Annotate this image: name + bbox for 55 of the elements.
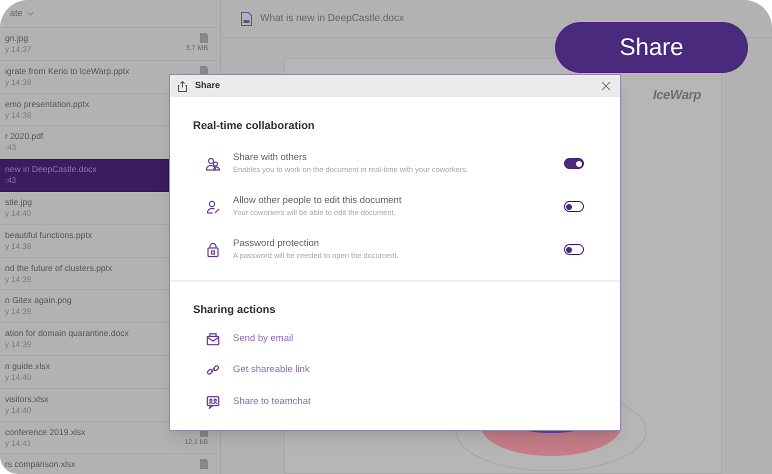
file-icon: [200, 459, 208, 470]
file-name: nd the future of clusters.pptx: [5, 262, 112, 274]
file-name: emo presentation.pptx: [5, 98, 90, 110]
file-time: y 14:38: [5, 76, 32, 88]
logo-text: IceWarp: [652, 86, 701, 104]
file-time: y 14:39: [5, 274, 32, 285]
file-name: gn.jpg: [5, 33, 30, 44]
file-time: y 14:38: [5, 240, 32, 252]
file-name: stle.jpg: [5, 196, 32, 208]
file-name: conference 2019.xlsx: [5, 426, 86, 438]
chat-icon: [206, 394, 220, 409]
file-name: beautiful functions.pptx: [5, 230, 92, 241]
file-time: y 14:38: [5, 110, 32, 121]
action-link[interactable]: Share to teamchat: [233, 394, 311, 409]
file-item[interactable]: rs comparison.xlsx: [0, 454, 220, 474]
toggle-switch[interactable]: [564, 201, 584, 212]
action-link[interactable]: Get shareable link: [233, 363, 310, 378]
file-time: y 14:41: [5, 438, 32, 449]
close-button[interactable]: [600, 80, 612, 92]
file-time: :43: [5, 142, 18, 154]
file-name: visitors.xlsx: [5, 394, 48, 405]
file-name: n Gitex again.png: [5, 295, 72, 306]
file-name: ation for domain quarantine.docx: [5, 328, 129, 340]
file-name: n guide.xlsx: [5, 360, 50, 372]
file-icon: [200, 33, 208, 43]
person-edit-icon: [205, 198, 221, 214]
file-time: y 14:40: [5, 404, 32, 416]
file-time: y 14:40: [5, 208, 32, 219]
people-icon: [205, 156, 221, 172]
share-icon: [178, 80, 187, 92]
option-label: Allow other people to edit this document: [233, 194, 402, 206]
file-name: igrate from Kerio to IceWarp.pptx: [5, 66, 130, 77]
file-time: y 14:37: [5, 44, 32, 55]
file-name: new in DeepCastle.docx: [5, 164, 97, 176]
file-time: y 14:40: [5, 372, 32, 383]
share-badge-text: Share: [619, 32, 684, 62]
document-title: What is new in DeepCastle.docx: [260, 12, 404, 26]
file-icon: [200, 66, 208, 76]
option-label: Share with others: [233, 152, 308, 164]
link-icon: [206, 363, 220, 378]
lock-icon: [205, 242, 221, 258]
document-icon: [241, 12, 252, 26]
envelope-icon: [206, 332, 220, 346]
file-time: y 14:39: [5, 339, 32, 350]
dialog-title: Share: [195, 79, 220, 92]
file-time: y 14:39: [5, 306, 32, 318]
action-link[interactable]: Send by email: [233, 332, 294, 346]
toggle-switch[interactable]: [564, 158, 584, 169]
file-name: r 2020.pdf: [5, 131, 44, 142]
file-name: rs comparison.xlsx: [5, 459, 76, 470]
file-time: :43: [5, 175, 18, 186]
sort-label[interactable]: ate: [10, 6, 23, 20]
toggle-switch[interactable]: [564, 244, 584, 255]
option-label: Password protection: [233, 238, 320, 250]
close-icon: [601, 81, 611, 91]
